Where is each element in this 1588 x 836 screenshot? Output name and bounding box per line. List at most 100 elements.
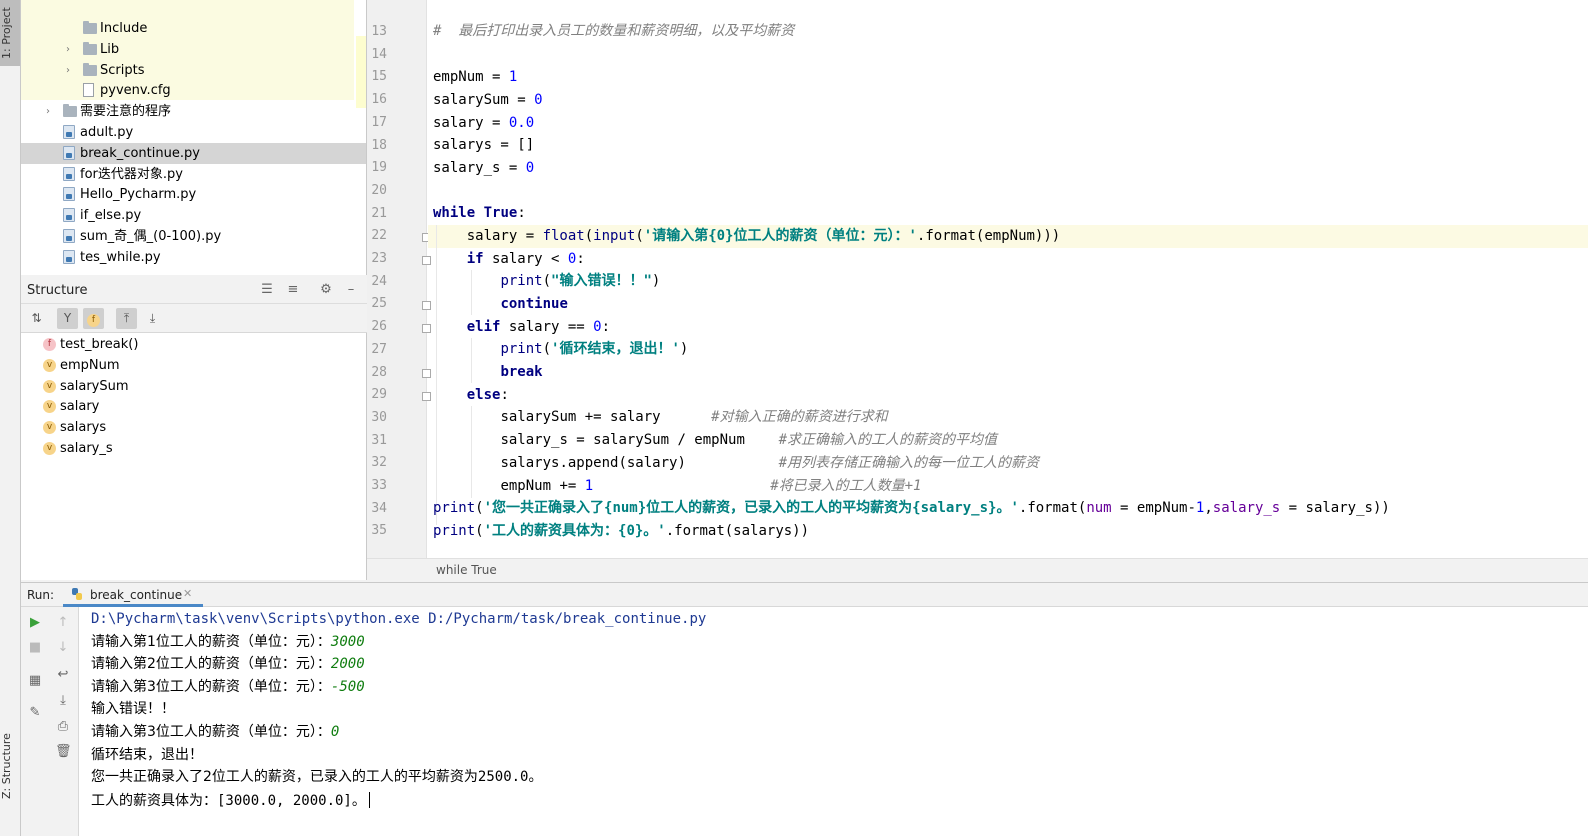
line-number: 24 xyxy=(371,273,387,289)
line-number: 20 xyxy=(371,182,387,198)
sort-alpha-icon[interactable]: ⇅ xyxy=(26,308,47,329)
tree-item-label: tes_while.py xyxy=(80,249,161,265)
tree-item[interactable]: for迭代器对象.py xyxy=(21,164,366,185)
tree-item-label: Scripts xyxy=(100,62,145,78)
tree-item-label: for迭代器对象.py xyxy=(80,166,183,182)
line-number: 30 xyxy=(371,409,387,425)
code-line-29: else: xyxy=(466,387,509,403)
python-file-icon xyxy=(63,229,75,243)
tree-item-label: if_else.py xyxy=(80,208,142,224)
structure-item-label: salarySum xyxy=(60,378,129,394)
fold-marker-icon[interactable] xyxy=(422,324,431,333)
collapse-all-icon[interactable]: ≡ xyxy=(285,282,301,298)
line-number: 25 xyxy=(371,296,387,312)
console-command: D:\Pycharm\task\venv\Scripts\python.exe … xyxy=(91,611,707,627)
tree-item[interactable]: Hello_Pycharm.py xyxy=(21,184,366,205)
code-editor[interactable]: 13 14 15 16 17 18 19 20 21 22 23 24 25 26 27 28 29 30 31 32… xyxy=(367,0,1588,558)
structure-title: Structure xyxy=(27,283,88,298)
gear-icon[interactable]: ⚙ xyxy=(318,282,334,298)
code-line-21: while True: xyxy=(433,205,526,221)
console-line: 您一共正确录入了2位工人的薪资，已录入的工人的平均薪资为2500.0。 xyxy=(91,769,543,785)
fold-marker-icon[interactable] xyxy=(422,301,431,310)
show-fields-icon[interactable]: f xyxy=(83,308,104,329)
trash-icon[interactable]: 🗑 xyxy=(55,744,72,760)
autoscroll-to-source-icon[interactable]: ⤒ xyxy=(116,308,137,329)
structure-item-label: test_break() xyxy=(60,337,139,352)
python-file-icon xyxy=(63,166,75,181)
line-number: 21 xyxy=(371,205,387,221)
variable-icon: v xyxy=(43,442,56,455)
line-number: 29 xyxy=(371,387,387,403)
line-number: 27 xyxy=(371,341,387,357)
code-line-25: continue xyxy=(500,296,568,312)
line-gutter: 13 14 15 16 17 18 19 20 21 22 23 24 25 26 27 28 29 30 31 32… xyxy=(367,0,431,558)
fold-marker-icon[interactable] xyxy=(422,369,431,378)
tree-item[interactable]: Include xyxy=(21,18,366,39)
tree-item[interactable]: sum_奇_偶_(0-100).py xyxy=(21,226,366,247)
fold-marker-icon[interactable] xyxy=(422,392,431,401)
run-console[interactable]: D:\Pycharm\task\venv\Scripts\python.exe … xyxy=(79,607,1588,836)
console-line: 请输入第3位工人的薪资（单位：元）：-500 xyxy=(91,679,365,695)
tree-item[interactable]: pyvenv.cfg xyxy=(21,80,366,101)
soft-wrap-icon[interactable]: ↩ xyxy=(55,667,71,683)
tree-item-label: pyvenv.cfg xyxy=(100,83,171,99)
tree-item-label: Lib xyxy=(100,41,120,57)
tree-item[interactable]: › 需要注意的程序 xyxy=(21,101,366,122)
console-line: 循环结束，退出！ xyxy=(91,747,203,763)
project-tool-tab[interactable]: 1: Project xyxy=(0,0,20,66)
restore-layout-icon[interactable]: ▦ xyxy=(27,673,43,689)
code-line-34: print('您一共正确录入了{num}位工人的薪资，已录入的工人的平均薪资为{… xyxy=(433,500,1390,516)
minimize-icon[interactable]: – xyxy=(343,282,359,298)
expand-all-icon[interactable]: ☰ xyxy=(259,282,275,298)
tree-item[interactable]: if_else.py xyxy=(21,205,366,226)
code-line-31: salary_s = salarySum / empNum #求正确输入的工人的… xyxy=(500,432,998,448)
line-number: 19 xyxy=(371,160,387,176)
folder-icon xyxy=(83,21,97,34)
show-inherited-icon[interactable]: Y xyxy=(57,308,78,329)
code-line-15: empNum = 1 xyxy=(433,69,518,85)
code-line-33: empNum += 1 #将已录入的工人数量+1 xyxy=(500,478,922,494)
run-tab-break-continue[interactable]: break_continue ✕ xyxy=(63,583,203,607)
tree-item[interactable]: › Scripts xyxy=(21,60,366,81)
line-number: 28 xyxy=(371,364,387,380)
fold-marker-icon[interactable] xyxy=(422,256,431,265)
line-number: 26 xyxy=(371,319,387,335)
folder-icon xyxy=(83,41,97,55)
code-line-30: salarySum += salary #对输入正确的薪资进行求和 xyxy=(500,409,888,425)
scroll-to-end-icon[interactable]: ⤓ xyxy=(55,693,71,709)
code-line-35: print('工人的薪资具体为：{0}。'.format(salarys)) xyxy=(433,523,810,539)
python-file-icon xyxy=(63,125,75,139)
chevron-right-icon[interactable]: › xyxy=(63,39,73,60)
line-number: 14 xyxy=(371,46,387,62)
tree-item[interactable]: tes_while.py xyxy=(21,247,366,268)
function-icon: f xyxy=(43,338,56,351)
code-line-17: salary = 0.0 xyxy=(433,115,535,131)
structure-tool-tab[interactable]: Z: Structure xyxy=(0,720,20,812)
stop-icon[interactable]: ■ xyxy=(27,640,43,656)
autoscroll-from-source-icon[interactable]: ⤓ xyxy=(142,308,163,329)
code-line-19: salary_s = 0 xyxy=(433,160,535,176)
chevron-right-icon[interactable]: › xyxy=(63,60,73,81)
console-line: 工人的薪资具体为：[3000.0, 2000.0]。 xyxy=(91,789,370,812)
code-line-23: if salary < 0: xyxy=(466,251,585,267)
code-line-27: print('循环结束，退出！') xyxy=(500,341,689,357)
rerun-icon[interactable]: ▶ xyxy=(27,615,43,631)
print-icon[interactable]: ⎙ xyxy=(55,719,71,735)
scroll-up-icon[interactable]: ↑ xyxy=(55,615,71,631)
code-line-18: salarys = [] xyxy=(433,137,535,153)
chevron-right-icon[interactable]: › xyxy=(43,101,53,122)
breadcrumb[interactable]: while True xyxy=(436,563,497,577)
breadcrumb-bar: while True xyxy=(367,558,1588,582)
tree-item[interactable]: break_continue.py xyxy=(21,142,366,164)
scroll-down-icon[interactable]: ↓ xyxy=(55,640,71,656)
code-line-32: salarys.append(salary) #用列表存储正确输入的每一位工人的… xyxy=(500,455,1040,471)
tree-item[interactable]: adult.py xyxy=(21,122,366,143)
structure-item-label: salary xyxy=(60,399,100,415)
run-toolbar: ▶ ↑ ■ ↓ ↩ ▦ ⤓ ✎ ⎙ 🗑 xyxy=(21,607,79,836)
pin-icon[interactable]: ✎ xyxy=(27,705,43,721)
tree-item-label: 需要注意的程序 xyxy=(80,104,172,120)
tree-item[interactable]: › Lib xyxy=(21,39,366,60)
line-number: 13 xyxy=(371,24,387,39)
code-line-26: elif salary == 0: xyxy=(466,319,611,335)
close-icon[interactable]: ✕ xyxy=(183,587,192,600)
